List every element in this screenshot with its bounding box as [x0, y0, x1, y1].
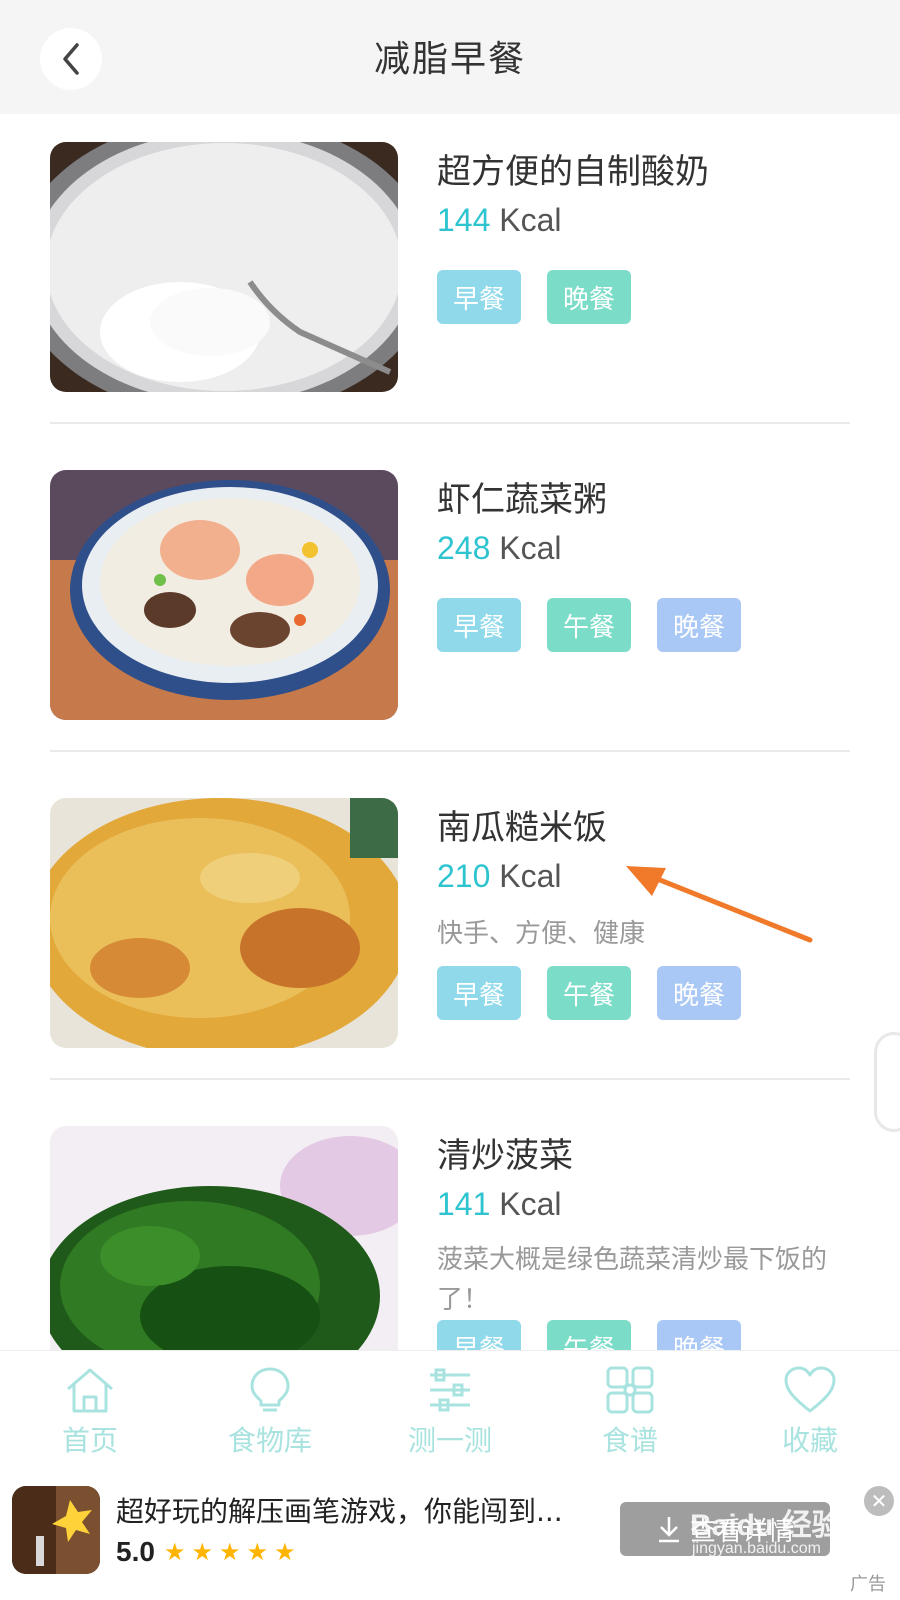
- grid-icon: [606, 1366, 654, 1414]
- ad-title: 超好玩的解压画笔游戏，你能闯到...: [116, 1495, 563, 1528]
- recipe-item[interactable]: 超方便的自制酸奶 144 Kcal 早餐 晚餐: [0, 114, 900, 442]
- ad-close-button[interactable]: ✕: [864, 1486, 894, 1516]
- meal-tags: 早餐 晚餐: [437, 270, 631, 324]
- ad-label: 广告: [850, 1574, 886, 1595]
- tab-test[interactable]: 测一测: [380, 1365, 520, 1459]
- calorie-value: 248: [437, 530, 491, 566]
- tag-breakfast: 早餐: [437, 1320, 521, 1350]
- ad-rating: 5.0: [116, 1536, 155, 1567]
- tag-breakfast: 早餐: [437, 598, 521, 652]
- tab-home[interactable]: 首页: [20, 1365, 160, 1459]
- recipe-calories: 141 Kcal: [437, 1186, 562, 1223]
- tab-favorites[interactable]: 收藏: [740, 1365, 880, 1459]
- recipe-image-pumpkin-rice: [50, 798, 398, 1048]
- home-icon: [67, 1368, 113, 1413]
- recipe-calories: 144 Kcal: [437, 202, 562, 239]
- tab-label: 食谱: [601, 1424, 658, 1457]
- tag-lunch: 午餐: [547, 966, 631, 1020]
- recipe-title: 南瓜糙米饭: [437, 808, 607, 848]
- calorie-unit: Kcal: [499, 530, 562, 566]
- calorie-value: 210: [437, 858, 491, 894]
- tab-recipes[interactable]: 食谱: [560, 1365, 700, 1459]
- top-bar: 减脂早餐: [0, 0, 900, 114]
- recipe-list[interactable]: 超方便的自制酸奶 144 Kcal 早餐 晚餐 虾仁蔬菜粥 248 Kcal 早…: [0, 114, 900, 1350]
- tag-dinner: 晚餐: [657, 1320, 741, 1350]
- calorie-value: 141: [437, 1186, 491, 1222]
- tab-label: 食物库: [227, 1424, 312, 1457]
- page-title: 减脂早餐: [373, 39, 526, 80]
- tag-breakfast: 早餐: [437, 966, 521, 1020]
- tab-food-library[interactable]: 食物库: [200, 1365, 340, 1459]
- recipe-title: 虾仁蔬菜粥: [437, 480, 607, 520]
- recipe-calories: 248 Kcal: [437, 530, 562, 567]
- recipe-image-yogurt: [50, 142, 398, 392]
- tab-label: 收藏: [781, 1424, 838, 1457]
- meal-tags: 早餐 午餐 晚餐: [437, 598, 741, 652]
- tag-dinner: 晚餐: [547, 270, 631, 324]
- watermark-url: jingyan.baidu.com: [692, 1540, 821, 1557]
- watermark-logo: Baidu 经验: [690, 1509, 842, 1542]
- download-icon: [658, 1517, 679, 1543]
- recipe-description: 菠菜大概是绿色蔬菜清炒最下饭的了！: [437, 1245, 828, 1315]
- tag-breakfast: 早餐: [437, 270, 521, 324]
- recipe-calories: 210 Kcal: [437, 858, 562, 895]
- tab-label: 首页: [61, 1424, 118, 1457]
- recipe-title: 清炒菠菜: [437, 1136, 573, 1176]
- tag-dinner: 晚餐: [657, 598, 741, 652]
- recipe-item[interactable]: 虾仁蔬菜粥 248 Kcal 早餐 午餐 晚餐: [0, 442, 900, 770]
- side-scroll-handle[interactable]: [874, 1032, 900, 1132]
- tag-dinner: 晚餐: [657, 966, 741, 1020]
- annotation-arrow-icon: [626, 866, 813, 943]
- meal-tags: 早餐 午餐 晚餐: [437, 1320, 741, 1350]
- tab-label: 测一测: [407, 1424, 492, 1457]
- ad-app-icon: [12, 1486, 100, 1574]
- tag-lunch: 午餐: [547, 1320, 631, 1350]
- tag-lunch: 午餐: [547, 598, 631, 652]
- recipe-image-shrimp-porridge: [50, 470, 398, 720]
- bottom-tab-bar: 首页 食物库 测一测 食谱 收藏: [0, 1350, 900, 1474]
- sliders-icon: [430, 1368, 470, 1412]
- recipe-image-spinach: [50, 1126, 398, 1350]
- heart-icon: [784, 1366, 836, 1413]
- rating-stars-icon: ★★★★★: [164, 1538, 302, 1566]
- calorie-unit: Kcal: [499, 858, 562, 894]
- divider: [50, 750, 850, 752]
- calorie-unit: Kcal: [499, 202, 562, 238]
- calorie-value: 144: [437, 202, 491, 238]
- divider: [50, 1078, 850, 1080]
- recipe-item[interactable]: 清炒菠菜 141 Kcal 菠菜大概是绿色蔬菜清炒最下饭的了！ 早餐 午餐 晚餐: [0, 1098, 900, 1350]
- divider: [50, 422, 850, 424]
- recipe-title: 超方便的自制酸奶: [437, 152, 709, 192]
- lightbulb-icon: [250, 1367, 290, 1412]
- calorie-unit: Kcal: [499, 1186, 562, 1222]
- meal-tags: 早餐 午餐 晚餐: [437, 966, 741, 1020]
